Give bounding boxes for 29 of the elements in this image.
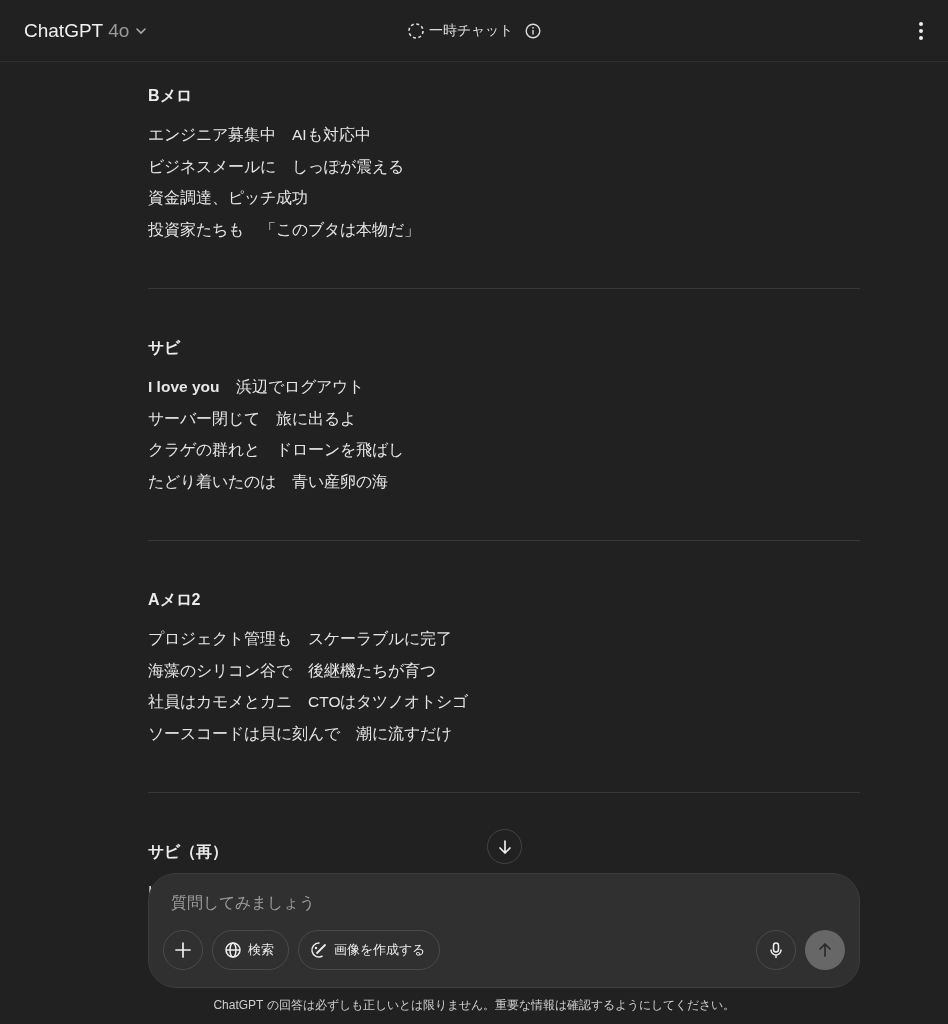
lyric-line: 資金調達、ピッチ成功	[148, 188, 309, 208]
temporary-chat-button[interactable]: 一時チャット	[407, 21, 513, 40]
lyric-line: たどり着いたのは 青い産卵の海	[148, 471, 389, 492]
lyric-line: プロジェクト管理も スケーラブルに完了	[148, 629, 453, 649]
lyric-line: 海藻のシリコン谷で 後継機たちが育つ	[148, 660, 437, 681]
dashed-circle-icon	[407, 21, 425, 40]
lyric-line: ビジネスメールに しっぽが震える	[148, 156, 405, 177]
globe-icon	[224, 941, 242, 959]
lyric-line: ソースコードは貝に刻んで 潮に流すだけ	[148, 723, 453, 744]
brush-icon	[310, 941, 328, 959]
microphone-icon	[767, 941, 785, 959]
model-selector[interactable]: ChatGPT 4o	[24, 19, 149, 42]
disclaimer-text: ChatGPT の回答は必ずしも正しいとは限りません。重要な情報は確認するようにしてください。	[212, 997, 736, 1014]
arrow-up-icon	[816, 941, 834, 959]
message-input[interactable]: 質問してみましょう	[163, 890, 845, 916]
lyric-line: サーバー閉じて 旅に出るよ	[148, 408, 357, 429]
plus-icon	[174, 941, 192, 959]
info-icon[interactable]	[525, 22, 541, 39]
scroll-down-button[interactable]	[487, 829, 522, 864]
lyric-line: エンジニア募集中 AIも対応中	[148, 125, 372, 145]
lyric-line: クラゲの群れと ドローンを飛ばし	[148, 440, 405, 460]
more-options-icon[interactable]	[918, 20, 924, 41]
lyric-line: 投資家たちも 「このブタは本物だ」	[148, 219, 421, 240]
section-heading: サビ（再）	[148, 842, 228, 862]
section-heading: サビ	[148, 338, 180, 358]
lyric-line: I love you 浜辺でログアウト	[148, 377, 365, 397]
section-heading: Aメロ2	[148, 590, 201, 610]
section-heading: Bメロ	[148, 86, 192, 106]
lyric-line: 社員はカモメとカニ CTOはタツノオトシゴ	[148, 692, 470, 712]
